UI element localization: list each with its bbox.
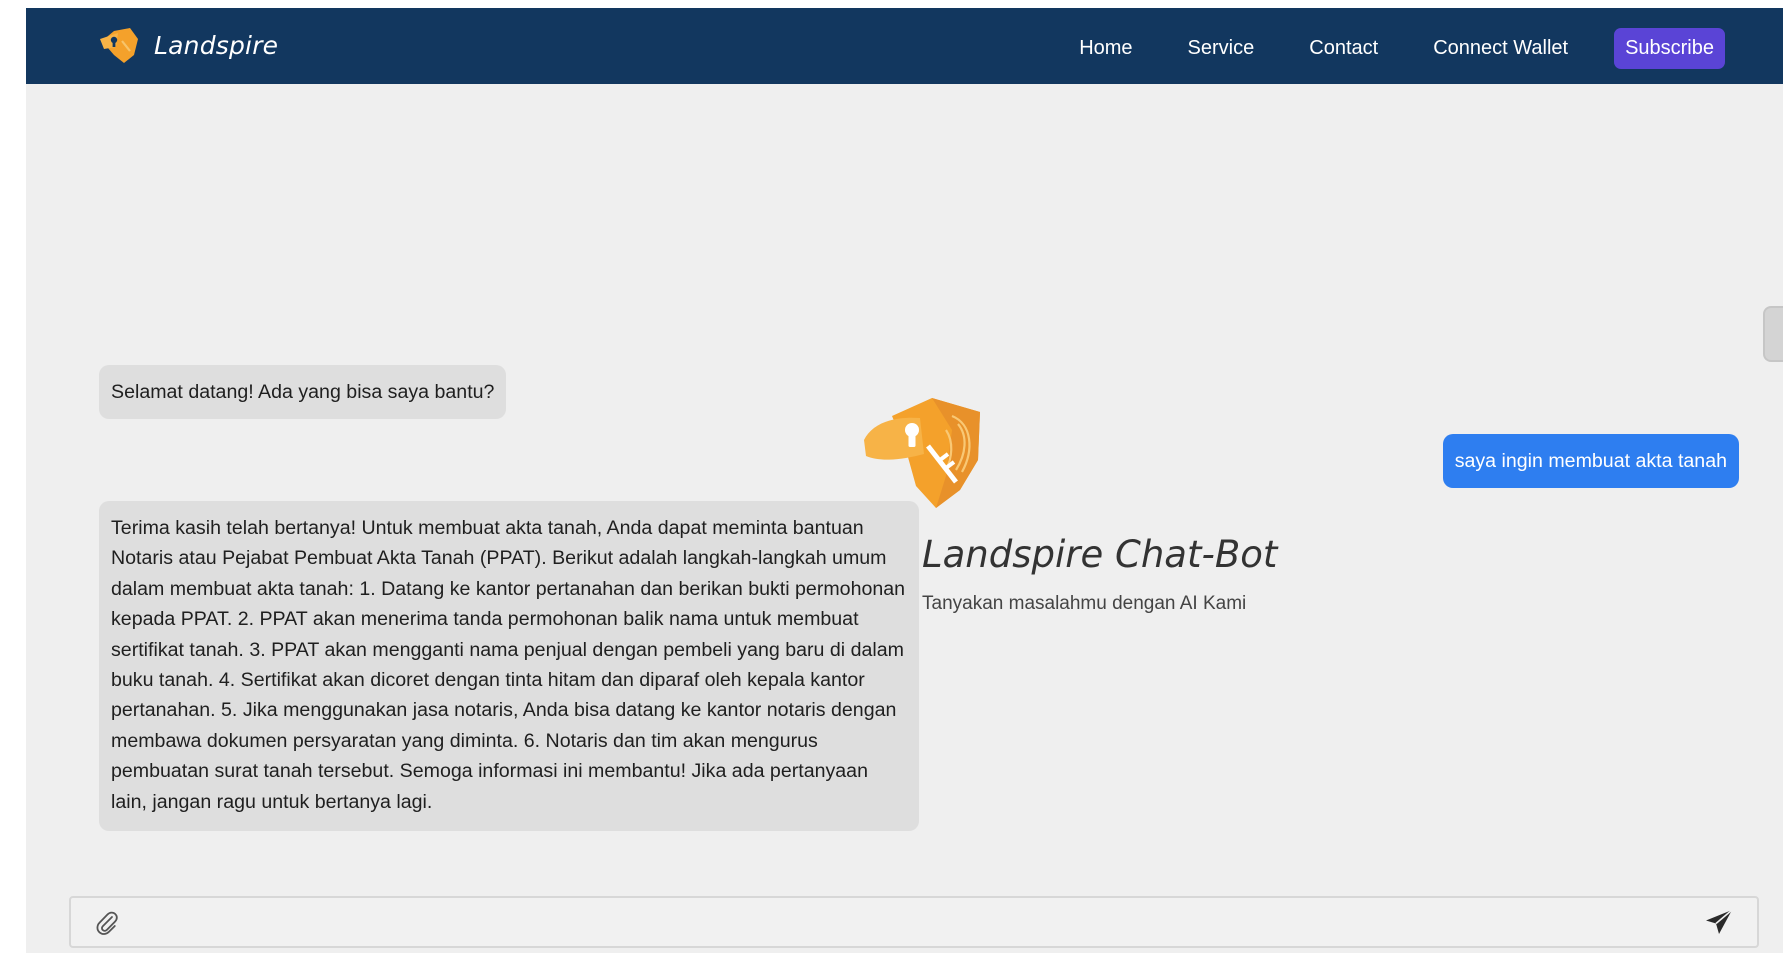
hero-subtitle: Tanyakan masalahmu dengan AI Kami (922, 593, 1247, 614)
shield-key-icon (864, 398, 980, 508)
app-window: Landspire Home Service Contact Connect W… (26, 8, 1783, 953)
paperclip-icon[interactable] (93, 909, 121, 937)
nav-connect-wallet-link[interactable]: Connect Wallet (1433, 37, 1568, 60)
nav-service-link[interactable]: Service (1188, 37, 1255, 60)
user-message: saya ingin membuat akta tanah (1442, 434, 1739, 489)
side-panel-toggle[interactable] (1763, 306, 1783, 362)
bot-message: Terima kasih telah bertanya! Untuk membu… (99, 501, 919, 832)
top-navbar: Landspire Home Service Contact Connect W… (26, 8, 1783, 84)
shield-key-icon (100, 28, 138, 63)
send-icon[interactable] (1703, 907, 1735, 939)
nav-links: Home Service Contact Connect Wallet Subs… (1024, 27, 1725, 69)
brand[interactable]: Landspire (96, 23, 278, 67)
subscribe-button[interactable]: Subscribe (1614, 27, 1725, 69)
bot-message: Selamat datang! Ada yang bisa saya bantu… (99, 365, 507, 420)
message-composer (69, 896, 1759, 948)
nav-home-link[interactable]: Home (1079, 37, 1132, 60)
brand-name: Landspire (154, 30, 279, 60)
hero-title: Landspire Chat-Bot (922, 533, 1278, 576)
message-input[interactable] (135, 904, 1679, 942)
nav-contact-link[interactable]: Contact (1309, 37, 1378, 60)
